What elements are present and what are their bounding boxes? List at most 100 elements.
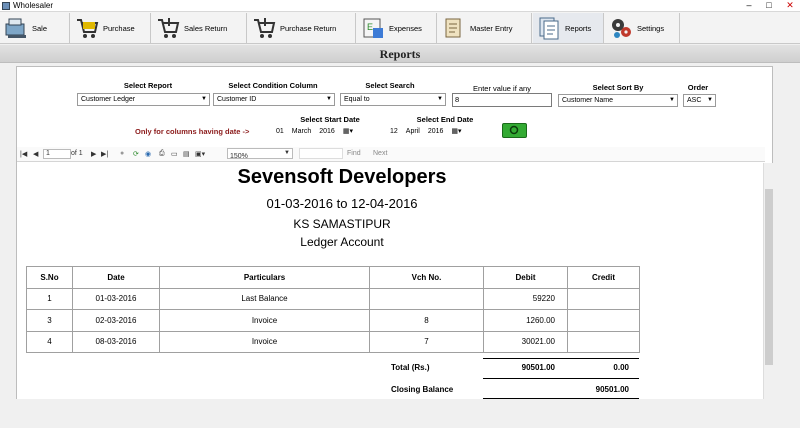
vertical-scrollbar[interactable] (763, 163, 773, 399)
calendar-icon[interactable]: ▦▾ (451, 125, 461, 138)
toolbar-sales-return[interactable]: Sales Return (152, 13, 247, 43)
refresh-icon[interactable]: ⟳ (133, 150, 139, 158)
first-page-icon[interactable]: |◀ (20, 150, 27, 158)
sort-by-label: Select Sort By (592, 83, 644, 92)
last-page-icon[interactable]: ▶| (101, 150, 108, 158)
cell: 8 (369, 309, 484, 332)
shopping-cart-icon (75, 16, 99, 40)
export-icon[interactable]: ▣▾ (195, 150, 205, 158)
prev-page-icon[interactable]: ◀ (33, 150, 38, 158)
chevron-down-icon: ▼ (326, 96, 332, 102)
page-setup-icon[interactable]: ▤ (183, 150, 190, 158)
report-period: 01-03-2016 to 12-04-2016 (266, 196, 418, 211)
cell (567, 287, 640, 310)
cell: 1260.00 (483, 309, 568, 332)
end-date-picker[interactable]: 12 April 2016 ▦▾ (388, 125, 496, 138)
toolbar-master-entry[interactable]: Master Entry (438, 13, 532, 43)
cell (567, 309, 640, 332)
find-link[interactable]: Find (347, 150, 361, 157)
toolbar-purchase-return[interactable]: Purchase Return (248, 13, 356, 43)
chevron-down-icon: ▼ (201, 96, 207, 102)
start-month: March (291, 128, 312, 135)
gears-icon (609, 16, 633, 40)
closing-label: Closing Balance (391, 385, 454, 394)
order-label: Order (687, 83, 709, 92)
close-button[interactable]: ✕ (781, 0, 799, 12)
table-row: 1 01-03-2016 Last Balance 59220 (26, 287, 640, 310)
order-combo[interactable]: ASC ▼ (683, 94, 716, 107)
select-search-combo[interactable]: Equal to ▼ (340, 93, 446, 106)
sort-by-value: Customer Name (562, 97, 613, 104)
layout-icon[interactable]: ▭ (171, 150, 178, 158)
company-name: Sevensoft Developers (237, 166, 447, 188)
table-row: 3 02-03-2016 Invoice 8 1260.00 (26, 309, 640, 332)
cart-return-icon (156, 16, 180, 40)
cart-return-icon (252, 16, 276, 40)
window-title: Wholesaler (13, 1, 54, 10)
cell (567, 330, 640, 353)
ledger-table: S.No Date Particulars Vch No. Debit Cred… (26, 266, 640, 353)
value-input[interactable]: 8 (452, 93, 552, 107)
sort-by-combo[interactable]: Customer Name ▼ (558, 94, 678, 107)
page-number-input[interactable]: 1 (43, 149, 71, 159)
scroll-thumb[interactable] (765, 189, 773, 365)
end-year: 2016 (427, 128, 444, 135)
cell: Invoice (159, 330, 370, 353)
enter-value-label: Enter value if any (473, 84, 531, 93)
toolbar-expenses[interactable]: E Expenses (357, 13, 437, 43)
toolbar-settings[interactable]: Settings (605, 13, 680, 43)
closing-credit: 90501.00 (595, 385, 629, 394)
toolbar-sale[interactable]: Sale (0, 13, 70, 43)
chevron-down-icon: ▼ (284, 150, 290, 156)
toolbar-reports[interactable]: Reports (533, 13, 604, 43)
svg-text:E: E (367, 22, 373, 32)
app-icon (2, 2, 10, 10)
minimize-button[interactable]: – (740, 0, 758, 12)
report-viewer-toolbar: |◀ ◀ 1 of 1 ▶ ▶| ● ⟳ ◉ ⎙ ▭ ▤ ▣▾ 150% ▼ Fi… (17, 147, 765, 162)
closing-underline (483, 398, 639, 399)
find-input[interactable] (299, 148, 343, 159)
search-icon (509, 125, 519, 135)
search-button[interactable] (502, 123, 527, 138)
maximize-button[interactable]: □ (760, 0, 778, 12)
toolbar-purchase[interactable]: Purchase (71, 13, 151, 43)
start-date-picker[interactable]: 01 March 2016 ▦▾ (274, 125, 382, 138)
back-icon[interactable]: ◉ (145, 150, 151, 158)
customer-name: KS SAMASTIPUR (293, 217, 391, 231)
cell: 1 (26, 287, 73, 310)
title-bar: Wholesaler – □ ✕ (0, 0, 800, 12)
cell: 59220 (483, 287, 568, 310)
page-count: of 1 (71, 150, 83, 157)
col-credit: Credit (567, 266, 640, 289)
cell: 3 (26, 309, 73, 332)
select-report-combo[interactable]: Customer Ledger ▼ (77, 93, 210, 106)
condition-column-combo[interactable]: Customer ID ▼ (213, 93, 335, 106)
chevron-down-icon: ▼ (437, 96, 443, 102)
print-icon[interactable]: ⎙ (159, 150, 165, 158)
col-sno: S.No (26, 266, 73, 289)
next-link[interactable]: Next (373, 150, 387, 157)
date-note: Only for columns having date -> (135, 127, 250, 136)
table-row: 4 08-03-2016 Invoice 7 30021.00 (26, 330, 640, 353)
cell: Last Balance (159, 287, 370, 310)
main-toolbar: Sale Purchase Sales Return Purchase Retu… (0, 12, 800, 44)
total-debit: 90501.00 (521, 363, 555, 372)
col-vch: Vch No. (369, 266, 484, 289)
cell: 30021.00 (483, 330, 568, 353)
end-date-label: Select End Date (416, 115, 474, 124)
cash-register-icon (4, 16, 28, 40)
stop-icon[interactable]: ● (120, 150, 124, 157)
cell: 4 (26, 330, 73, 353)
zoom-select[interactable]: 150% ▼ (227, 148, 293, 160)
start-day: 01 (276, 128, 284, 135)
cell: 01-03-2016 (72, 287, 160, 310)
next-page-icon[interactable]: ▶ (91, 150, 96, 158)
col-date: Date (72, 266, 160, 289)
calendar-icon[interactable]: ▦▾ (343, 125, 353, 138)
reports-icon (537, 16, 561, 40)
start-year: 2016 (319, 128, 335, 135)
select-search-label: Select Search (365, 81, 415, 90)
total-label: Total (Rs.) (391, 363, 430, 372)
total-divider (483, 358, 639, 359)
cell: 08-03-2016 (72, 330, 160, 353)
